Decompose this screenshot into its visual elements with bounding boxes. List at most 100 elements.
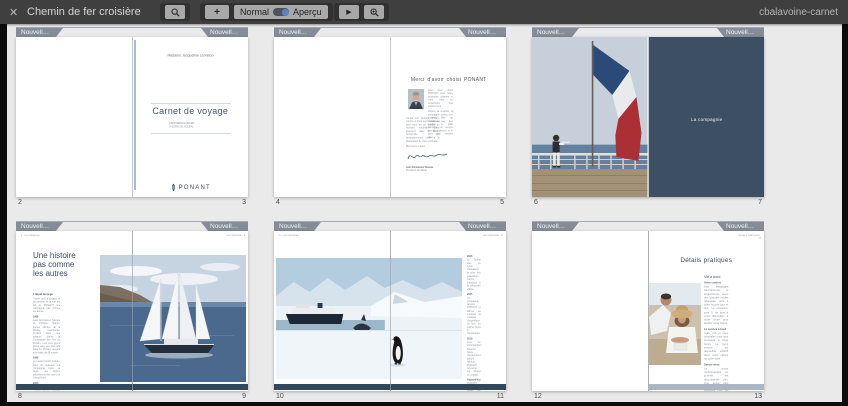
subtitle-line-2: À BORD DU SOLÉAL [133, 126, 230, 130]
spread-12-13: Nouvell… Nouvell… DÉTAILS PRATIQUES · 13… [532, 221, 764, 402]
spread-tab-row: Nouvell… Nouvell… [274, 221, 506, 231]
spread-tab-label: Nouvell… [726, 29, 754, 36]
cover-title: Carnet de voyage [133, 106, 249, 116]
page-numbers: 6 7 [532, 197, 764, 208]
spread-tab[interactable]: Nouvell… [274, 28, 321, 37]
page-number: 2 [18, 199, 22, 206]
page-12[interactable] [532, 231, 648, 391]
page-3[interactable]: Madame Jacqueline Lebreton Carnet de voy… [133, 37, 249, 197]
title-line: les autres [33, 270, 76, 279]
cover-subtitle: CROISIÈRE EUROPE À BORD DU SOLÉAL [133, 122, 230, 129]
spread-tab-label: Nouvell… [537, 29, 565, 36]
spread-tab-label: Nouvell… [279, 29, 307, 36]
spread-pages: DÉTAILS PRATIQUES · 13 Détails pratiques [532, 231, 764, 391]
spread-tab[interactable]: Nouvell… [201, 28, 248, 37]
mode-apercu-label[interactable]: Aperçu [293, 7, 322, 17]
spread-tab[interactable]: Nouvell… [274, 222, 321, 231]
spread-tab[interactable]: Nouvell… [717, 222, 764, 231]
page-numbers: 8 9 [16, 391, 248, 402]
paragraph: Le Levant rejoint la flotte, suivi du Di… [33, 360, 60, 379]
story-title: Une histoire pas comme les autres [33, 252, 76, 279]
plus-icon: + [214, 7, 220, 18]
spread-spine [132, 231, 133, 391]
search-button[interactable] [165, 5, 185, 19]
paragraph: Le Soléal puis Le Lyrial complètent la s… [467, 259, 481, 291]
page-number: 12 [534, 393, 542, 400]
magnifier-plus-icon [370, 8, 379, 17]
add-button[interactable]: + [205, 5, 229, 19]
spread-8-9: Nouvell… Nouvell… 8 · LA COMPAGNIE Une h… [16, 221, 248, 402]
welcome-heading: Merci d'avoir choisi PONANT [391, 77, 507, 83]
section-title: La compagnie [649, 117, 765, 122]
spread-pages: 8 · LA COMPAGNIE Une histoire pas comme … [16, 231, 248, 391]
section-head: Votre confort [704, 281, 728, 285]
close-icon[interactable]: ✕ [9, 6, 18, 19]
spread-tab[interactable]: Nouvell… [459, 28, 506, 37]
practical-column: Vie à bord Votre confort Nos équipages f… [704, 275, 728, 391]
spread-tab[interactable]: Nouvell… [532, 222, 579, 231]
page-number: 5 [500, 199, 504, 206]
photo-sailboat [100, 255, 246, 382]
username-label: cbalavoine-carnet [759, 7, 838, 18]
spread-tab-row: Nouvell… Nouvell… [274, 27, 506, 37]
closing-line: Bienvenue à bord, [406, 145, 440, 148]
column-subhead: Vie à bord [704, 275, 728, 280]
spread-tab[interactable]: Nouvell… [532, 28, 579, 37]
zoom-button[interactable] [364, 5, 384, 19]
page-13[interactable]: DÉTAILS PRATIQUES · 13 Détails pratiques [649, 231, 765, 391]
spread-2-3: Nouvell… Nouvell… Madame Jacqueline Lebr… [16, 27, 248, 208]
spread-pages: Merci d'avoir choisi PONANT Vous avez ch… [274, 37, 506, 197]
spread-tab[interactable]: Nouvell… [16, 28, 63, 37]
titlebar: ✕ Chemin de fer croisière + Normal Aperç… [0, 0, 848, 24]
spread-tab-label: Nouvell… [210, 29, 238, 36]
timeline-column: 2013 Le Soléal puis Le Lyrial complètent… [467, 255, 481, 391]
running-header: DÉTAILS PRATIQUES · 13 [737, 234, 762, 240]
spread-tab[interactable]: Nouvell… [459, 222, 506, 231]
story-column: L'appel du large Trente ans d'audace et … [33, 293, 60, 391]
running-header: 10 · LA COMPAGNIE [279, 234, 304, 237]
spread-tab-row: Nouvell… Nouvell… [16, 27, 248, 37]
mode-normal-label[interactable]: Normal [240, 7, 269, 17]
page-title: Chemin de fer croisière [27, 6, 141, 18]
photo-portrait [408, 89, 424, 109]
spread-tab[interactable]: Nouvell… [16, 222, 63, 231]
page-number: 3 [242, 199, 246, 206]
page-4[interactable] [274, 37, 390, 197]
photo-french-flag [532, 37, 648, 197]
paragraph: Nos équipages francophones et anglophone… [704, 285, 728, 325]
spread-spine [648, 231, 649, 391]
page-number: 9 [242, 393, 246, 400]
spread-tab-label: Nouvell… [468, 223, 496, 230]
spread-pages: Madame Jacqueline Lebreton Carnet de voy… [16, 37, 248, 197]
page-numbers: 10 11 [274, 391, 506, 402]
paragraph: Vous avez choisi PONANT pour votre proch… [428, 89, 453, 108]
section-title: Détails pratiques [649, 257, 765, 264]
ponant-logo: PONANT [133, 183, 249, 192]
tools-group: ▶ [334, 3, 389, 21]
spread-tab-label: Nouvell… [726, 223, 754, 230]
paragraph: Avec Le Commandant Charcot, navire d'exp… [467, 341, 481, 377]
paragraph: Toutes nos équipes, à terre comme à bord… [406, 117, 440, 143]
page-6[interactable] [532, 37, 648, 197]
mode-toggle[interactable] [273, 8, 289, 16]
spread-tab-row: Nouvell… Nouvell… [16, 221, 248, 231]
spread-tab-row: Nouvell… Nouvell… [532, 221, 764, 231]
spread-tab[interactable]: Nouvell… [717, 28, 764, 37]
mode-group: + Normal Aperçu [200, 3, 333, 21]
paragraph: Jean Emmanuel Sauvée et Philippe Videau,… [33, 319, 60, 355]
recipient-line: Madame Jacqueline Lebreton [141, 54, 240, 58]
page-2[interactable] [16, 37, 132, 197]
page-number: 4 [276, 199, 280, 206]
rule [151, 133, 231, 134]
page-number: 10 [276, 393, 284, 400]
page-7[interactable]: La compagnie [649, 37, 765, 197]
page-5[interactable]: Merci d'avoir choisi PONANT Vous avez ch… [391, 37, 507, 197]
spread-pages: 10 · LA COMPAGNIE LA COMPAGNIE · 11 2013… [274, 231, 506, 391]
footer-band-light [649, 384, 765, 390]
rule [151, 103, 231, 104]
mode-segment: Normal Aperçu [234, 5, 328, 19]
brand-name: PONANT [179, 185, 211, 191]
toggle-knob [282, 9, 289, 16]
spread-tab[interactable]: Nouvell… [201, 222, 248, 231]
play-button[interactable]: ▶ [339, 5, 359, 19]
